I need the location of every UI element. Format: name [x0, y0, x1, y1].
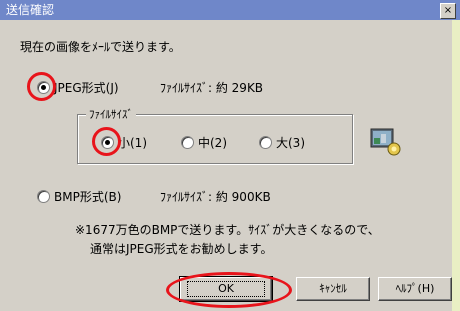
size-small-label[interactable]: 小(1)	[118, 134, 147, 151]
dialog-titlebar[interactable]: 送信確認 ×	[0, 0, 460, 20]
bmp-filesize: ﾌｧｲﾙｻｲｽﾞ: 約 900KB	[160, 190, 271, 204]
bmp-label[interactable]: BMP形式(B)	[54, 188, 121, 205]
filesize-group-title: ﾌｧｲﾙｻｲｽﾞ	[86, 106, 136, 122]
help-button-label: ﾍﾙﾌﾟ(H)	[395, 282, 435, 295]
help-button[interactable]: ﾍﾙﾌﾟ(H)	[378, 277, 452, 301]
close-icon[interactable]: ×	[440, 3, 456, 19]
size-large-label[interactable]: 大(3)	[276, 134, 305, 151]
note-line-2: 通常はJPEG形式をお勧めします。	[90, 242, 273, 256]
send-message: 現在の画像をﾒｰﾙで送ります。	[20, 40, 181, 54]
annotation-circle-ok	[166, 272, 292, 308]
annotation-circle-jpeg	[27, 72, 56, 101]
size-large-radio[interactable]	[259, 136, 272, 149]
cancel-button-label: ｷｬﾝｾﾙ	[319, 282, 347, 295]
size-medium-radio[interactable]	[181, 136, 194, 149]
dialog-body	[0, 20, 460, 311]
jpeg-filesize: ﾌｧｲﾙｻｲｽﾞ: 約 29KB	[160, 81, 264, 95]
size-medium-label[interactable]: 中(2)	[198, 134, 227, 151]
dialog-title: 送信確認	[6, 3, 55, 17]
note-line-1: ※1677万色のBMPで送ります。ｻｲｽﾞが大きくなるので、	[75, 223, 380, 237]
image-mail-icon	[370, 128, 401, 156]
cancel-button[interactable]: ｷｬﾝｾﾙ	[296, 277, 370, 301]
annotation-circle-small	[92, 127, 121, 156]
bmp-radio[interactable]	[37, 190, 50, 203]
page-margin	[452, 20, 460, 311]
jpeg-label[interactable]: JPEG形式(J)	[54, 79, 119, 96]
